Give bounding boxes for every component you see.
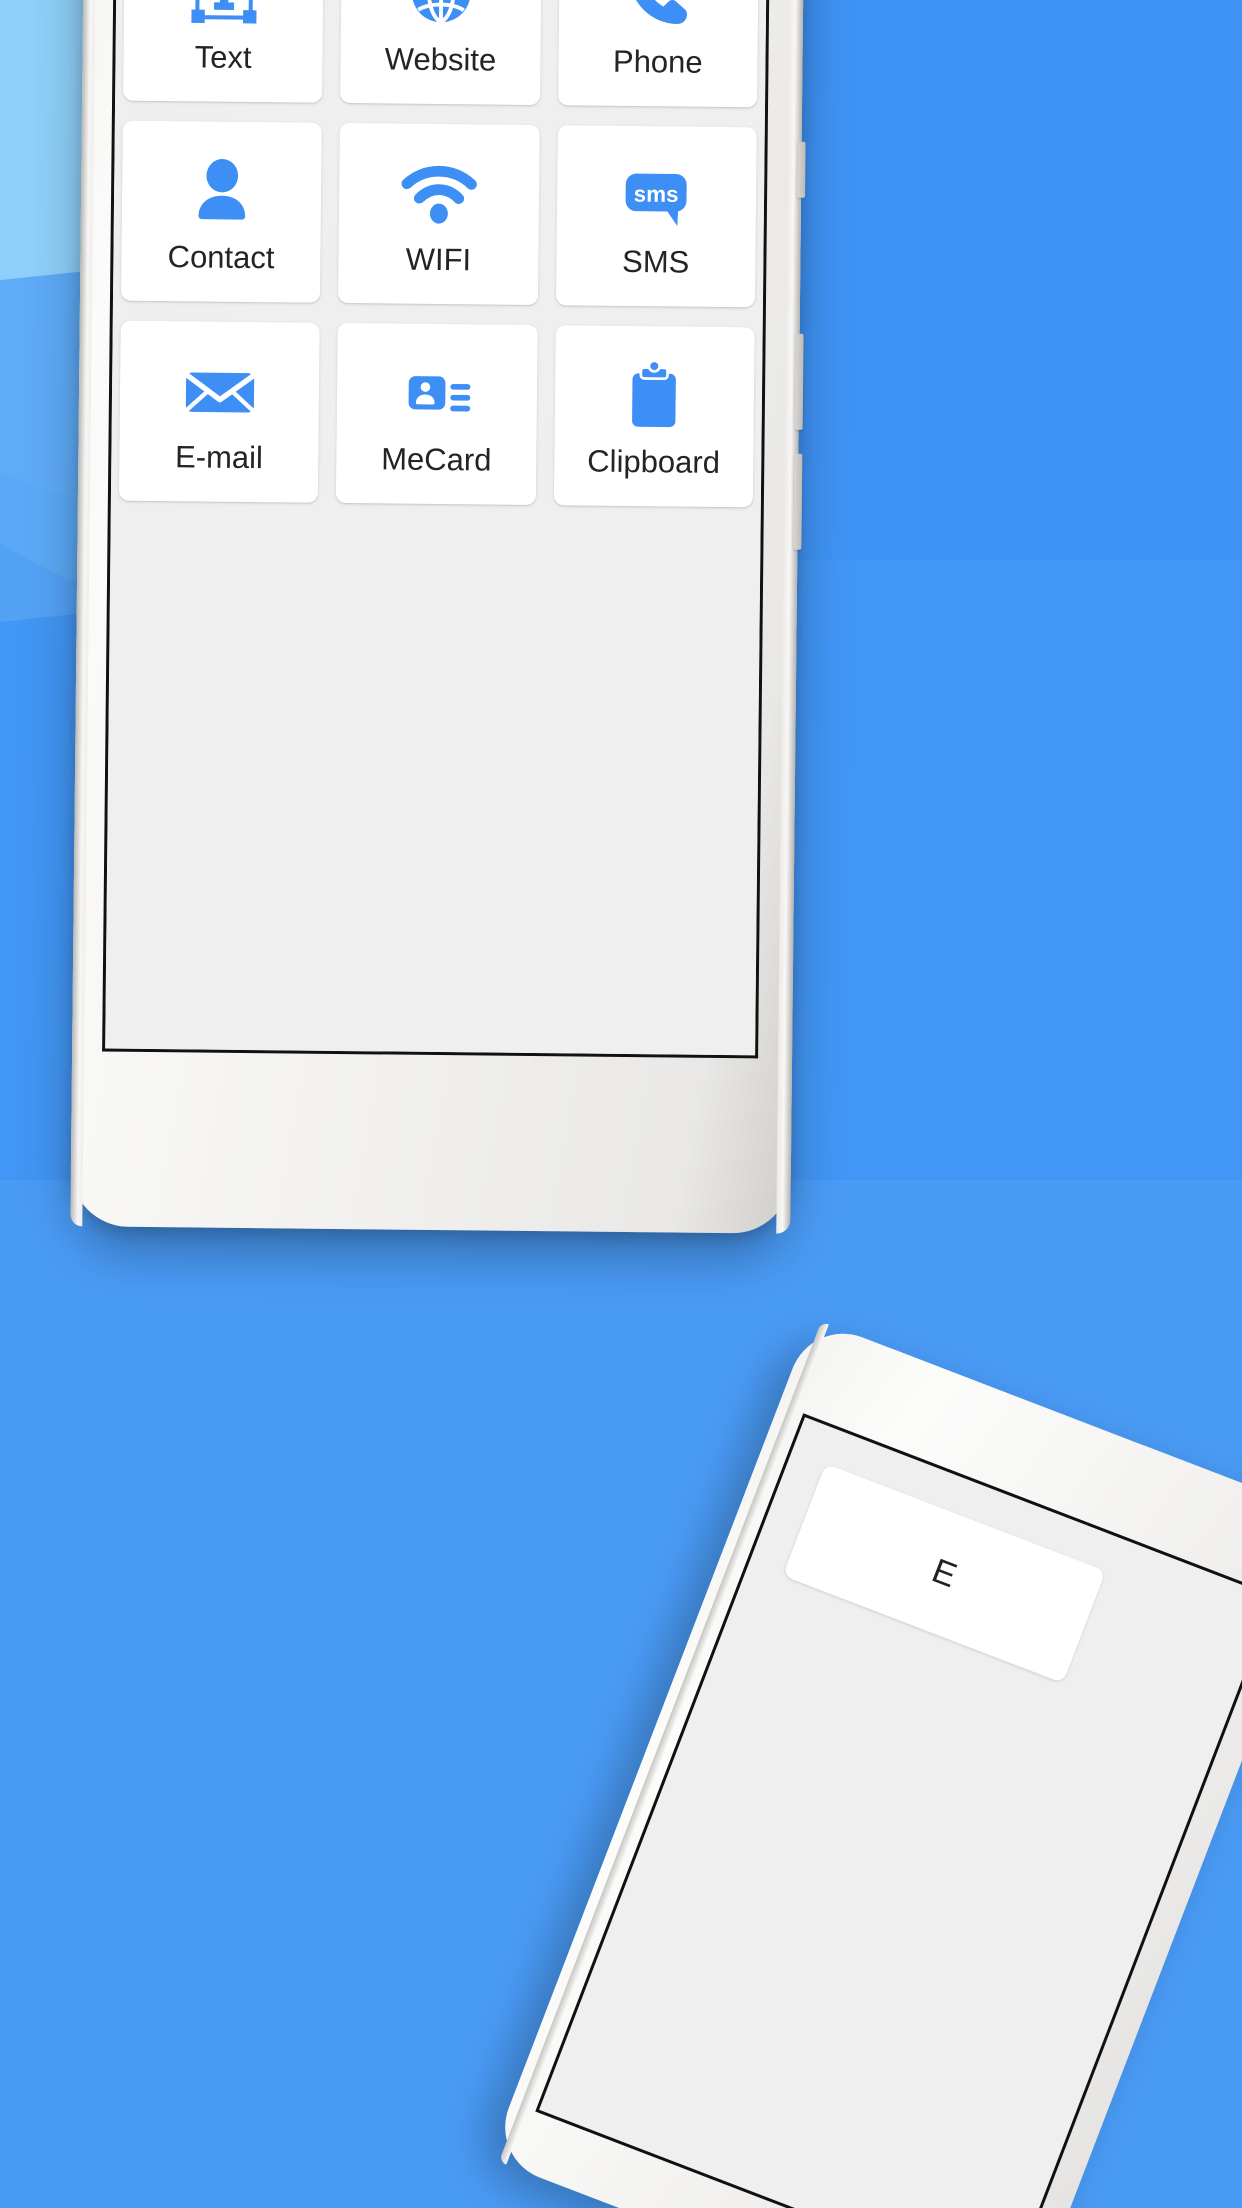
grid-item-mecard[interactable]: MeCard bbox=[336, 322, 538, 506]
grid-item-email[interactable]: E-mail bbox=[118, 320, 321, 503]
grid-item-website-label: Website bbox=[384, 41, 497, 78]
grid-item-phone[interactable]: Phone bbox=[557, 0, 759, 108]
grid-item-email-label: E-mail bbox=[174, 439, 264, 476]
clipboard-icon bbox=[614, 352, 695, 439]
grid-item-sms-label: SMS bbox=[621, 243, 690, 280]
phone-volume-up-button bbox=[794, 333, 804, 430]
grid-item-mecard-label: MeCard bbox=[380, 441, 492, 478]
grid-item-text-label: Text bbox=[194, 39, 252, 76]
phone-screen: Create QR CODE BAR CODE bbox=[102, 0, 772, 1059]
person-icon bbox=[181, 147, 262, 234]
grid-item-website[interactable]: Website bbox=[340, 0, 542, 106]
secondary-phone-card-label: E bbox=[927, 1551, 962, 1595]
grid-item-wifi-label: WIFI bbox=[405, 241, 472, 278]
envelope-icon bbox=[176, 347, 263, 434]
grid-item-clipboard-label: Clipboard bbox=[587, 443, 721, 480]
globe-icon bbox=[402, 0, 481, 36]
grid-item-contact[interactable]: Contact bbox=[120, 120, 323, 303]
sms-bubble-icon: sms bbox=[613, 152, 700, 239]
phone-mockup: Create QR CODE BAR CODE bbox=[70, 0, 806, 1234]
grid-item-contact-label: Contact bbox=[167, 239, 275, 276]
grid-item-phone-label: Phone bbox=[612, 43, 703, 80]
phone-icon bbox=[617, 0, 700, 39]
grid-item-sms[interactable]: sms SMS bbox=[555, 125, 757, 308]
wifi-icon bbox=[396, 150, 483, 237]
phone-volume-down-button bbox=[793, 453, 803, 550]
grid-item-clipboard[interactable]: Clipboard bbox=[553, 325, 755, 508]
create-type-grid: Text Website Phone Contact WIFI sms SMS … bbox=[111, 0, 767, 508]
sms-icon-text: sms bbox=[634, 181, 679, 206]
screenshot-stage: Create QR CODE BAR CODE bbox=[0, 0, 1242, 2208]
secondary-phone-card: E bbox=[782, 1463, 1106, 1684]
grid-item-wifi[interactable]: WIFI bbox=[338, 122, 540, 306]
id-card-icon bbox=[397, 350, 478, 437]
text-frame-icon bbox=[183, 0, 264, 34]
grid-item-text[interactable]: Text bbox=[123, 0, 325, 103]
content-area: Text Website Phone Contact WIFI sms SMS … bbox=[105, 0, 768, 1056]
phone-power-button bbox=[797, 141, 806, 198]
